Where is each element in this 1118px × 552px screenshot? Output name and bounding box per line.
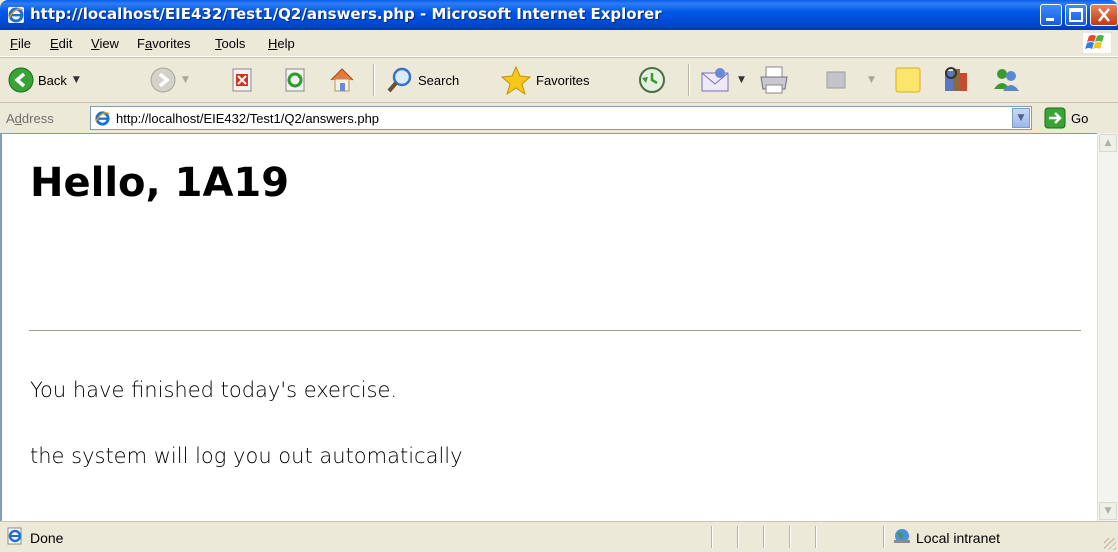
chevron-down-icon: ▼ [72, 75, 80, 85]
menu-tools[interactable]: Tools [215, 36, 245, 51]
page-content: Hello, 1A19 You have finished today's ex… [0, 133, 1118, 521]
address-dropdown-button[interactable]: ▼ [1012, 108, 1030, 128]
home-icon [330, 68, 354, 92]
toolbar: Back ▼ ▼ Search Favorites ▼ ▼ [0, 57, 1118, 103]
window-title: http://localhost/EIE432/Test1/Q2/answers… [30, 5, 662, 23]
forward-arrow-icon [150, 67, 176, 93]
mail-button[interactable]: ▼ [700, 58, 745, 102]
edit-page-icon [826, 71, 846, 89]
history-icon [639, 67, 665, 93]
chevron-down-icon: ▼ [738, 75, 745, 85]
address-input[interactable]: http://localhost/EIE432/Test1/Q2/answers… [90, 106, 1032, 130]
ie-logo-icon [8, 7, 24, 23]
forward-button[interactable]: ▼ [150, 58, 189, 102]
stop-icon [232, 68, 252, 92]
scroll-down-button[interactable]: ▼ [1099, 502, 1117, 520]
address-bar: Address http://localhost/EIE432/Test1/Q2… [0, 102, 1118, 133]
chevron-down-icon: ▼ [868, 75, 875, 85]
menu-help[interactable]: Help [268, 36, 295, 51]
messenger-button[interactable] [990, 58, 1022, 102]
menu-view[interactable]: View [91, 36, 119, 51]
status-text: Done [30, 530, 64, 546]
windows-logo-icon [1082, 32, 1112, 54]
title-bar[interactable]: http://localhost/EIE432/Test1/Q2/answers… [0, 0, 1118, 30]
go-button[interactable]: Go [1044, 106, 1088, 130]
status-bar: Done Local intranet [0, 521, 1118, 552]
menu-bar: File Edit View Favorites Tools Help [0, 30, 1118, 57]
message-paragraph: the system will log you out automaticall… [30, 444, 463, 468]
search-button[interactable]: Search [386, 58, 459, 102]
minimize-button[interactable] [1040, 4, 1062, 26]
scroll-up-button[interactable]: ▲ [1099, 134, 1117, 152]
chevron-down-icon: ▼ [182, 75, 189, 85]
chevron-down-icon: ▼ [1104, 506, 1112, 516]
edit-button[interactable]: ▼ [824, 58, 875, 102]
browser-window: http://localhost/EIE432/Test1/Q2/answers… [0, 0, 1118, 552]
back-button[interactable]: Back ▼ [8, 58, 80, 102]
refresh-button[interactable] [283, 58, 307, 102]
maximize-button[interactable] [1065, 4, 1087, 26]
vertical-scrollbar[interactable]: ▲ ▼ [1097, 133, 1118, 521]
messenger-icon [994, 69, 1019, 91]
favorites-button[interactable]: Favorites [500, 58, 589, 102]
go-arrow-icon [1044, 107, 1066, 129]
ie-page-icon [7, 527, 22, 545]
minimize-icon [1046, 18, 1054, 21]
menu-file[interactable]: File [10, 36, 31, 51]
note-icon [895, 67, 921, 93]
printer-icon [760, 66, 788, 94]
security-zone-label: Local intranet [916, 530, 1001, 546]
print-button[interactable] [758, 58, 790, 102]
stop-button[interactable] [230, 58, 254, 102]
ie-page-icon [95, 111, 110, 126]
message-paragraph: You have finished today's exercise. [30, 378, 398, 402]
address-label: Address [6, 111, 54, 126]
mail-icon [701, 68, 729, 92]
search-icon [387, 67, 412, 93]
divider [29, 330, 1081, 332]
close-button[interactable] [1090, 4, 1118, 26]
star-icon [500, 65, 532, 95]
close-icon [1098, 8, 1110, 22]
research-books-icon [945, 67, 967, 91]
home-button[interactable] [328, 58, 356, 102]
menu-edit[interactable]: Edit [50, 36, 72, 51]
intranet-globe-icon [894, 529, 910, 543]
discuss-button[interactable] [893, 58, 923, 102]
maximize-icon [1069, 8, 1083, 22]
address-url: http://localhost/EIE432/Test1/Q2/answers… [116, 111, 380, 126]
menu-favorites[interactable]: Favorites [137, 36, 190, 51]
research-button[interactable] [941, 58, 971, 102]
chevron-up-icon: ▲ [1104, 138, 1112, 148]
resize-grip[interactable] [1104, 538, 1116, 550]
history-button[interactable] [637, 58, 667, 102]
back-arrow-icon [8, 67, 34, 93]
chevron-down-icon: ▼ [1017, 113, 1025, 123]
refresh-icon [285, 68, 305, 92]
page-heading: Hello, 1A19 [30, 160, 290, 206]
